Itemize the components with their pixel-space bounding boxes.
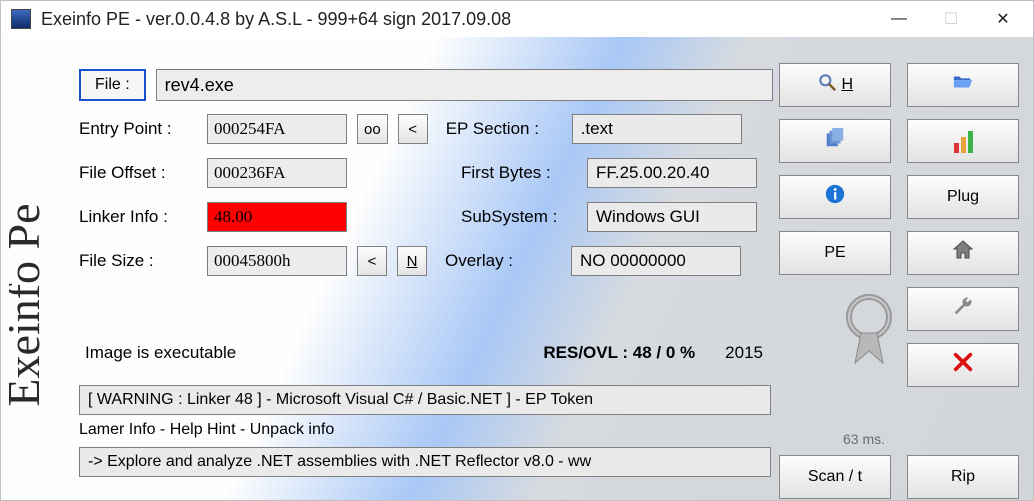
- maximize-button[interactable]: ☐: [925, 4, 977, 34]
- file-size-label: File Size :: [79, 251, 197, 271]
- plug-button[interactable]: Plug: [907, 175, 1019, 219]
- oo-button[interactable]: oo: [357, 114, 388, 144]
- close-button[interactable]: ✕: [977, 4, 1029, 34]
- search-button[interactable]: H: [779, 63, 891, 107]
- year-text: 2015: [725, 343, 763, 363]
- entry-point-row: Entry Point : 000254FA oo < EP Section :…: [79, 107, 773, 151]
- ep-section-label: EP Section :: [446, 119, 562, 139]
- hint-text: Lamer Info - Help Hint - Unpack info: [79, 421, 771, 439]
- rip-label: Rip: [951, 468, 975, 486]
- logo-svg: Exeinfo Pe: [9, 115, 69, 495]
- file-path-field[interactable]: rev4.exe: [156, 69, 773, 101]
- logo: Exeinfo Pe: [9, 115, 69, 495]
- linker-info-row: Linker Info : 48.00 SubSystem : Windows …: [79, 195, 773, 239]
- scan-label: Scan / t: [808, 468, 862, 486]
- file-size-row: File Size : 00045800h < N Overlay : NO 0…: [79, 239, 773, 283]
- size-back-button[interactable]: <: [357, 246, 387, 276]
- home-icon: [951, 238, 975, 268]
- file-offset-field[interactable]: 000236FA: [207, 158, 347, 188]
- entry-point-field[interactable]: 000254FA: [207, 114, 347, 144]
- image-executable-text: Image is executable: [85, 343, 543, 363]
- minimize-button[interactable]: —: [873, 4, 925, 34]
- overlay-field[interactable]: NO 00000000: [571, 246, 741, 276]
- plug-label: Plug: [947, 188, 979, 206]
- folder-open-icon: [950, 71, 976, 99]
- multi-file-icon: [823, 127, 847, 155]
- status-line: Image is executable RES/OVL : 48 / 0 % 2…: [85, 343, 773, 363]
- open-button[interactable]: [907, 63, 1019, 107]
- N-button-label: N: [407, 253, 418, 270]
- pe-label: PE: [824, 244, 845, 262]
- linker-info-field[interactable]: 48.00: [207, 202, 347, 232]
- window-controls: — ☐ ✕: [873, 4, 1029, 34]
- file-size-field[interactable]: 00045800h: [207, 246, 347, 276]
- file-offset-row: File Offset : 000236FA First Bytes : FF.…: [79, 151, 773, 195]
- N-button[interactable]: N: [397, 246, 427, 276]
- file-offset-label: File Offset :: [79, 163, 197, 183]
- subsystem-label: SubSystem :: [461, 207, 577, 227]
- window-title: Exeinfo PE - ver.0.0.4.8 by A.S.L - 999+…: [37, 9, 873, 30]
- app-icon: [11, 9, 31, 29]
- res-ovl-text: RES/OVL : 48 / 0 %: [543, 343, 695, 363]
- app-window: Exeinfo PE - ver.0.0.4.8 by A.S.L - 999+…: [0, 0, 1034, 501]
- right-buttons: H: [779, 63, 1019, 500]
- bars-button[interactable]: [907, 119, 1019, 163]
- first-bytes-label: First Bytes :: [461, 163, 577, 183]
- fields-area: File : rev4.exe Entry Point : 000254FA o…: [79, 63, 773, 283]
- detection-field[interactable]: [ WARNING : Linker 48 ] - Microsoft Visu…: [79, 385, 771, 415]
- rip-button[interactable]: Rip: [907, 455, 1019, 499]
- client-area: Exeinfo Pe File : rev4.exe Entry Point :…: [1, 37, 1033, 500]
- file-open-button[interactable]: File :: [79, 69, 146, 101]
- subsystem-field[interactable]: Windows GUI: [587, 202, 757, 232]
- linker-info-label: Linker Info :: [79, 207, 197, 227]
- spacer2: [779, 343, 891, 387]
- scan-button[interactable]: Scan / t: [779, 455, 891, 499]
- file-row: File : rev4.exe: [79, 63, 773, 107]
- advice-field[interactable]: -> Explore and analyze .NET assemblies w…: [79, 447, 771, 477]
- entry-point-label: Entry Point :: [79, 119, 197, 139]
- bars-icon: [953, 130, 974, 153]
- home-button[interactable]: [907, 231, 1019, 275]
- overlay-label: Overlay :: [445, 251, 561, 271]
- remove-button[interactable]: [907, 343, 1019, 387]
- titlebar: Exeinfo PE - ver.0.0.4.8 by A.S.L - 999+…: [1, 1, 1033, 37]
- settings-button[interactable]: [907, 287, 1019, 331]
- H-label: H: [841, 76, 853, 94]
- spacer: [779, 287, 891, 331]
- logo-text: Exeinfo Pe: [9, 203, 49, 406]
- ep-section-field[interactable]: .text: [572, 114, 742, 144]
- multi-file-button[interactable]: [779, 119, 891, 163]
- info-icon: [824, 183, 846, 211]
- close-red-icon: [952, 351, 974, 379]
- ep-back-button[interactable]: <: [398, 114, 428, 144]
- wrench-icon: [952, 295, 974, 323]
- info-button[interactable]: [779, 175, 891, 219]
- first-bytes-field[interactable]: FF.25.00.20.40: [587, 158, 757, 188]
- search-icon: [817, 72, 837, 98]
- pe-button[interactable]: PE: [779, 231, 891, 275]
